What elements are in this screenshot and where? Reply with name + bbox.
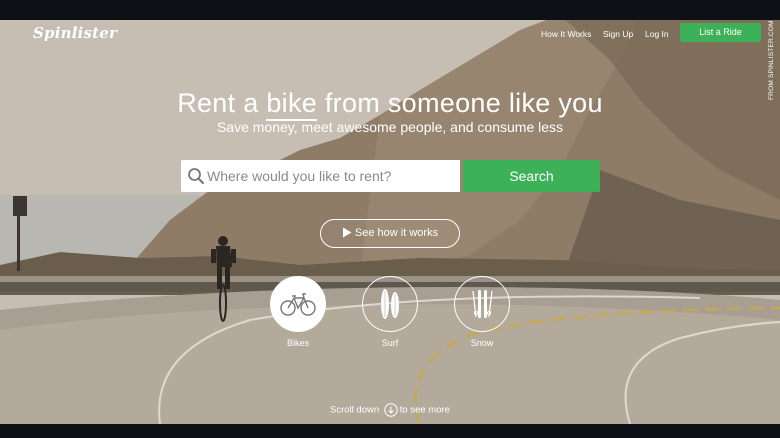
top-frame-bar xyxy=(0,0,780,20)
search-input[interactable] xyxy=(207,160,455,192)
category-surf-circle[interactable] xyxy=(362,276,418,332)
headline-text-after: from someone like you xyxy=(317,88,603,118)
scroll-hint-text-after: to see more xyxy=(399,404,450,416)
nav-log-in-link[interactable]: Log In xyxy=(645,29,669,39)
ski-icon xyxy=(472,290,493,318)
see-how-it-works-button[interactable]: See how it works xyxy=(320,219,460,248)
headline-text-before: Rent a xyxy=(177,88,267,118)
search-icon xyxy=(188,168,204,184)
play-icon xyxy=(342,227,352,238)
hero-section: Spinlister How It Works Sign Up Log In L… xyxy=(0,20,780,424)
category-snow[interactable]: Snow xyxy=(454,276,510,348)
surfboard-icon xyxy=(381,289,399,319)
see-how-it-works-label: See how it works xyxy=(354,227,439,239)
category-bikes-circle[interactable] xyxy=(270,276,326,332)
search-button[interactable]: Search xyxy=(463,160,600,192)
bike-icon xyxy=(280,293,316,316)
nav-how-it-works-link[interactable]: How It Works xyxy=(541,29,591,39)
scroll-hint-text-before: Scroll down xyxy=(330,404,380,416)
arrow-down-circle-icon xyxy=(384,403,398,417)
top-navigation: Spinlister How It Works Sign Up Log In L… xyxy=(0,20,780,50)
hero-subheadline: Save money, meet awesome people, and con… xyxy=(216,119,564,135)
category-snow-label: Snow xyxy=(470,338,494,348)
hero-headline: Rent a bike from someone like you xyxy=(0,88,780,119)
category-bikes[interactable]: Bikes xyxy=(270,276,326,348)
bottom-frame-bar xyxy=(0,424,780,438)
photo-credit: FROM SPINLISTER.COM xyxy=(768,20,775,100)
headline-rental-word: bike xyxy=(266,88,318,118)
spinlister-logo[interactable]: Spinlister xyxy=(33,24,117,42)
category-bikes-label: Bikes xyxy=(286,338,309,348)
scroll-hint[interactable]: Scroll down to see more xyxy=(0,403,780,417)
category-surf-label: Surf xyxy=(381,338,399,348)
category-snow-circle[interactable] xyxy=(454,276,510,332)
list-a-ride-button[interactable]: List a Ride xyxy=(680,23,761,42)
nav-sign-up-link[interactable]: Sign Up xyxy=(603,29,633,39)
search-box xyxy=(181,160,460,192)
category-surf[interactable]: Surf xyxy=(362,276,418,348)
